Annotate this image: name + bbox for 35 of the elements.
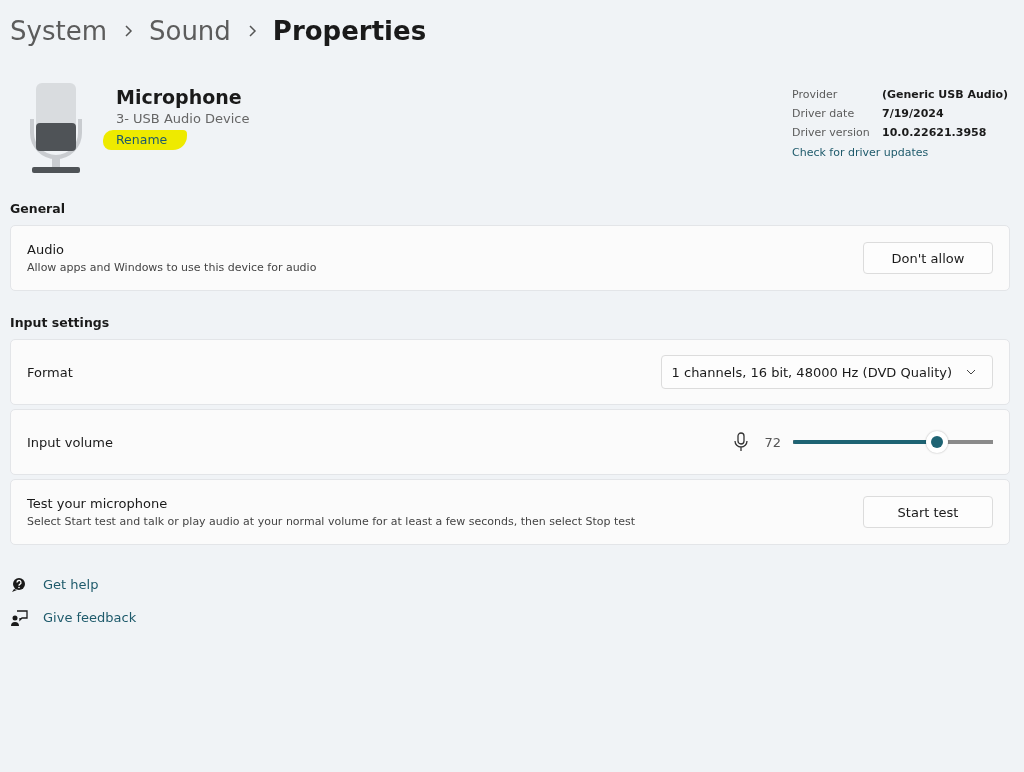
format-dropdown[interactable]: 1 channels, 16 bit, 48000 Hz (DVD Quality) [660, 355, 993, 389]
setting-title: Test your microphone [27, 496, 169, 511]
driver-value: 7/19/2024 [882, 107, 944, 122]
setting-title: Input volume [27, 434, 114, 450]
section-title: General [10, 201, 66, 216]
device-subtitle: 3- USB Audio Device [116, 111, 250, 126]
section-title: Input settings [10, 315, 111, 330]
action-button[interactable]: Start test [863, 496, 993, 528]
driver-value: 10.0.22621.3958 [882, 126, 987, 141]
chevron-icon [122, 24, 133, 38]
action-button[interactable]: Don't allow [863, 242, 993, 274]
help-icon [10, 575, 28, 594]
rename-link[interactable]: Rename [103, 130, 188, 150]
slider-thumb[interactable] [926, 431, 948, 453]
driver-label: Driver date [792, 107, 856, 122]
device-name: Microphone [116, 86, 242, 108]
setting-title: Audio [27, 242, 65, 257]
feedback-icon [10, 608, 28, 627]
setting-title: Format [27, 364, 74, 380]
setting-description: Allow apps and Windows to use this device for audio [27, 261, 318, 274]
footer-link[interactable]: Give feedback [43, 610, 137, 625]
driver-label: Driver version [792, 126, 871, 141]
chevron-down-icon [966, 369, 976, 375]
breadcrumb-item[interactable]: Sound [148, 16, 231, 46]
chevron-icon [246, 24, 257, 38]
driver-value: (Generic USB Audio) [882, 88, 1008, 103]
microphone-icon [28, 83, 84, 175]
driver-update-link[interactable]: Check for driver updates [792, 146, 1010, 159]
footer-link[interactable]: Get help [43, 577, 99, 592]
breadcrumb-item[interactable]: System [10, 16, 107, 46]
microphone-icon [734, 432, 749, 452]
volume-reading: 72 [764, 434, 781, 450]
driver-label: Provider [792, 88, 839, 103]
breadcrumb-item: Properties [272, 16, 427, 46]
setting-description: Select Start test and talk or play audio at your normal volume for at least a few seconds, then select Stop test [27, 515, 637, 528]
